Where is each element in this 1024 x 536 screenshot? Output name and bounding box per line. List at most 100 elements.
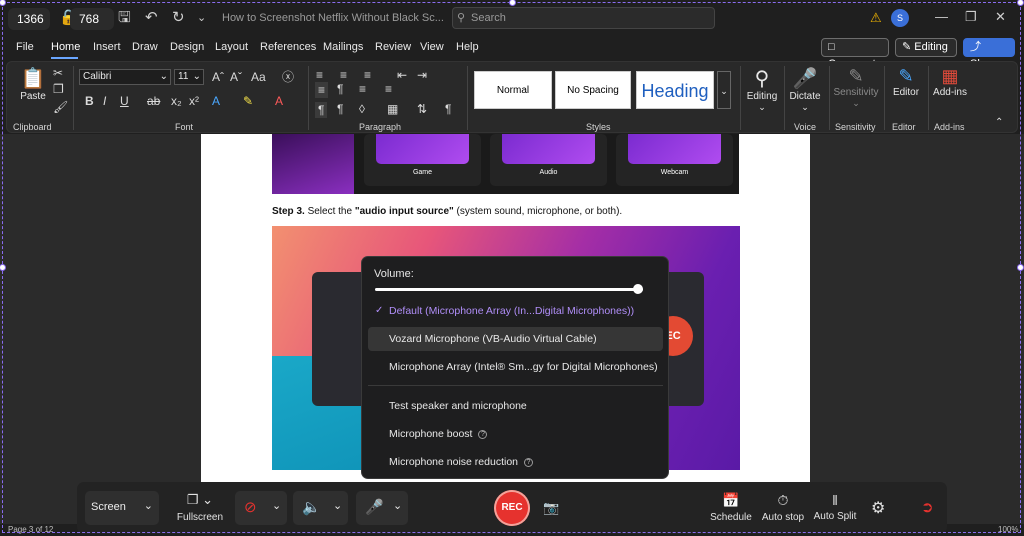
show-marks-icon[interactable]: ¶ <box>445 102 451 116</box>
auto-stop-button[interactable]: ⏱ Auto stop <box>761 492 805 523</box>
tab-insert[interactable]: Insert <box>93 41 121 53</box>
shrink-font-icon[interactable]: Aˇ <box>230 70 242 84</box>
style-no-spacing[interactable]: No Spacing <box>555 71 631 109</box>
mic-option-array[interactable]: Microphone Array (Intel® Sm...gy for Dig… <box>368 355 663 379</box>
editing-button[interactable]: ⚲ Editing ⌄ <box>744 66 780 113</box>
font-name-select[interactable]: Calibri ⌄ <box>79 69 171 85</box>
avatar[interactable]: S <box>891 9 909 27</box>
tab-file[interactable]: File <box>16 41 34 53</box>
volume-slider-handle[interactable] <box>633 284 643 294</box>
ltr-icon[interactable]: ¶ <box>337 82 343 96</box>
ribbon-separator <box>928 66 929 130</box>
font-color-icon[interactable]: A <box>275 94 283 108</box>
multilevel-list-icon[interactable]: ≡ <box>364 68 371 82</box>
highlight-icon[interactable]: ✎ <box>243 94 253 108</box>
fullscreen-button[interactable]: ❐ ⌄ Fullscreen <box>174 492 226 523</box>
copy-icon[interactable]: ❐ <box>53 82 64 96</box>
collapse-ribbon-icon[interactable]: ⌃ <box>995 116 1003 130</box>
editing-mode-label: Editing <box>914 41 948 53</box>
tab-references[interactable]: References <box>260 41 316 53</box>
redo-icon[interactable]: ↻ <box>172 9 185 27</box>
shading-icon[interactable]: ◊ <box>359 102 365 116</box>
close-icon[interactable]: ✕ <box>995 9 1006 25</box>
save-icon[interactable]: 🖫 <box>118 9 131 27</box>
microphone-toggle[interactable]: 🎤 ⌄ <box>356 491 408 525</box>
schedule-button[interactable]: 📅 Schedule <box>709 492 753 523</box>
decrease-indent-icon[interactable]: ⇤ <box>397 68 407 82</box>
editing-mode-button[interactable]: ✎ Editing ⌄ <box>895 38 957 70</box>
sort-icon[interactable]: ⇅ <box>417 102 427 116</box>
cut-icon[interactable]: ✂ <box>53 66 63 80</box>
addins-button[interactable]: ▦ Add-ins <box>932 66 968 98</box>
underline-icon[interactable]: U <box>120 94 129 108</box>
customize-icon[interactable]: ⌄ <box>197 9 206 27</box>
tab-layout[interactable]: Layout <box>215 41 248 53</box>
bold-icon[interactable]: B <box>85 94 94 108</box>
font-size-select[interactable]: 11 ⌄ <box>174 69 204 85</box>
borders-icon[interactable]: ▦ <box>387 102 398 116</box>
tab-review[interactable]: Review <box>375 41 411 53</box>
italic-icon[interactable]: I <box>103 94 106 108</box>
webcam-toggle[interactable]: ⊘ ⌄ <box>235 491 287 525</box>
paragraph-mark-icon[interactable]: ¶ <box>315 102 328 118</box>
restore-icon[interactable]: ❐ <box>965 9 977 25</box>
resize-handle[interactable] <box>1017 264 1024 271</box>
styles-more-button[interactable]: ⌄ <box>717 71 731 109</box>
step-number: Step 3. <box>272 206 305 217</box>
help-icon[interactable]: ? <box>524 457 533 467</box>
settings-icon[interactable]: ⚙ <box>871 498 885 518</box>
speaker-toggle[interactable]: 🔈 ⌄ <box>293 491 348 525</box>
volume-slider-track[interactable] <box>375 288 643 291</box>
camera-icon[interactable]: 📷 <box>543 500 559 516</box>
undo-icon[interactable]: ↶ <box>145 9 158 27</box>
tab-view[interactable]: View <box>420 41 444 53</box>
rtl-icon[interactable]: ¶ <box>337 102 343 116</box>
increase-indent-icon[interactable]: ⇥ <box>417 68 427 82</box>
help-icon[interactable]: ? <box>478 429 488 439</box>
tab-help[interactable]: Help <box>456 41 479 53</box>
subscript-icon[interactable]: x₂ <box>171 94 182 108</box>
tab-draw[interactable]: Draw <box>132 41 158 53</box>
superscript-icon[interactable]: x² <box>189 94 199 108</box>
bullets-icon[interactable]: ≡ <box>316 68 323 82</box>
minimize-icon[interactable]: — <box>935 9 948 24</box>
align-right-icon[interactable]: ≡ <box>385 82 392 96</box>
dictate-button[interactable]: 🎤 Dictate ⌄ <box>787 66 823 113</box>
test-speaker-option[interactable]: Test speaker and microphone <box>368 394 663 418</box>
warning-icon[interactable]: ⚠ <box>870 9 882 27</box>
tab-mailings[interactable]: Mailings <box>323 41 363 53</box>
tab-home[interactable]: Home <box>51 41 80 53</box>
page-counter[interactable]: Page 3 of 12 <box>8 525 53 534</box>
sensitivity-button[interactable]: ✎ Sensitivity ⌄ <box>833 66 879 109</box>
search-box[interactable]: ⚲ Search <box>452 7 715 29</box>
comments-button[interactable]: □ Comments <box>821 38 889 70</box>
align-left-icon[interactable]: ≡ <box>315 82 329 98</box>
format-painter-icon[interactable]: 🖌 <box>53 100 68 114</box>
zoom-level[interactable]: 100% <box>998 525 1018 534</box>
style-normal[interactable]: Normal <box>474 71 552 109</box>
editing-label: Editing <box>746 91 778 102</box>
style-heading[interactable]: Heading <box>636 71 714 109</box>
clear-formatting-icon[interactable]: ⓧ <box>282 70 294 84</box>
exit-icon[interactable]: ➲ <box>921 498 934 516</box>
change-case-icon[interactable]: Aa <box>251 70 266 84</box>
microphone-boost-option[interactable]: Microphone boost? <box>368 422 663 446</box>
capture-width-box[interactable]: 1366 <box>8 8 50 30</box>
text-effects-icon[interactable]: A <box>212 94 220 108</box>
share-button[interactable]: ⤴ Share <box>963 38 1015 70</box>
numbering-icon[interactable]: ≡ <box>340 68 347 82</box>
editor-button[interactable]: ✎ Editor <box>888 66 924 98</box>
grow-font-icon[interactable]: Aˆ <box>212 70 224 84</box>
strikethrough-icon[interactable]: ab <box>147 94 160 108</box>
tab-design[interactable]: Design <box>170 41 204 53</box>
capture-height-box[interactable]: 768 <box>70 8 114 30</box>
mic-option-default[interactable]: ✓ Default (Microphone Array (In...Digita… <box>368 299 663 323</box>
auto-split-button[interactable]: ‖ Auto Split <box>813 492 857 522</box>
align-center-icon[interactable]: ≡ <box>359 82 366 96</box>
rec-button[interactable]: REC <box>494 490 530 526</box>
noise-reduction-option[interactable]: Microphone noise reduction? <box>368 450 663 474</box>
mic-option-vozard[interactable]: Vozard Microphone (VB-Audio Virtual Cabl… <box>368 327 663 351</box>
capture-mode-select[interactable]: Screen ⌄ <box>85 491 159 525</box>
webcam-icon <box>628 134 721 164</box>
paste-button[interactable]: 📋 Paste <box>17 66 49 102</box>
